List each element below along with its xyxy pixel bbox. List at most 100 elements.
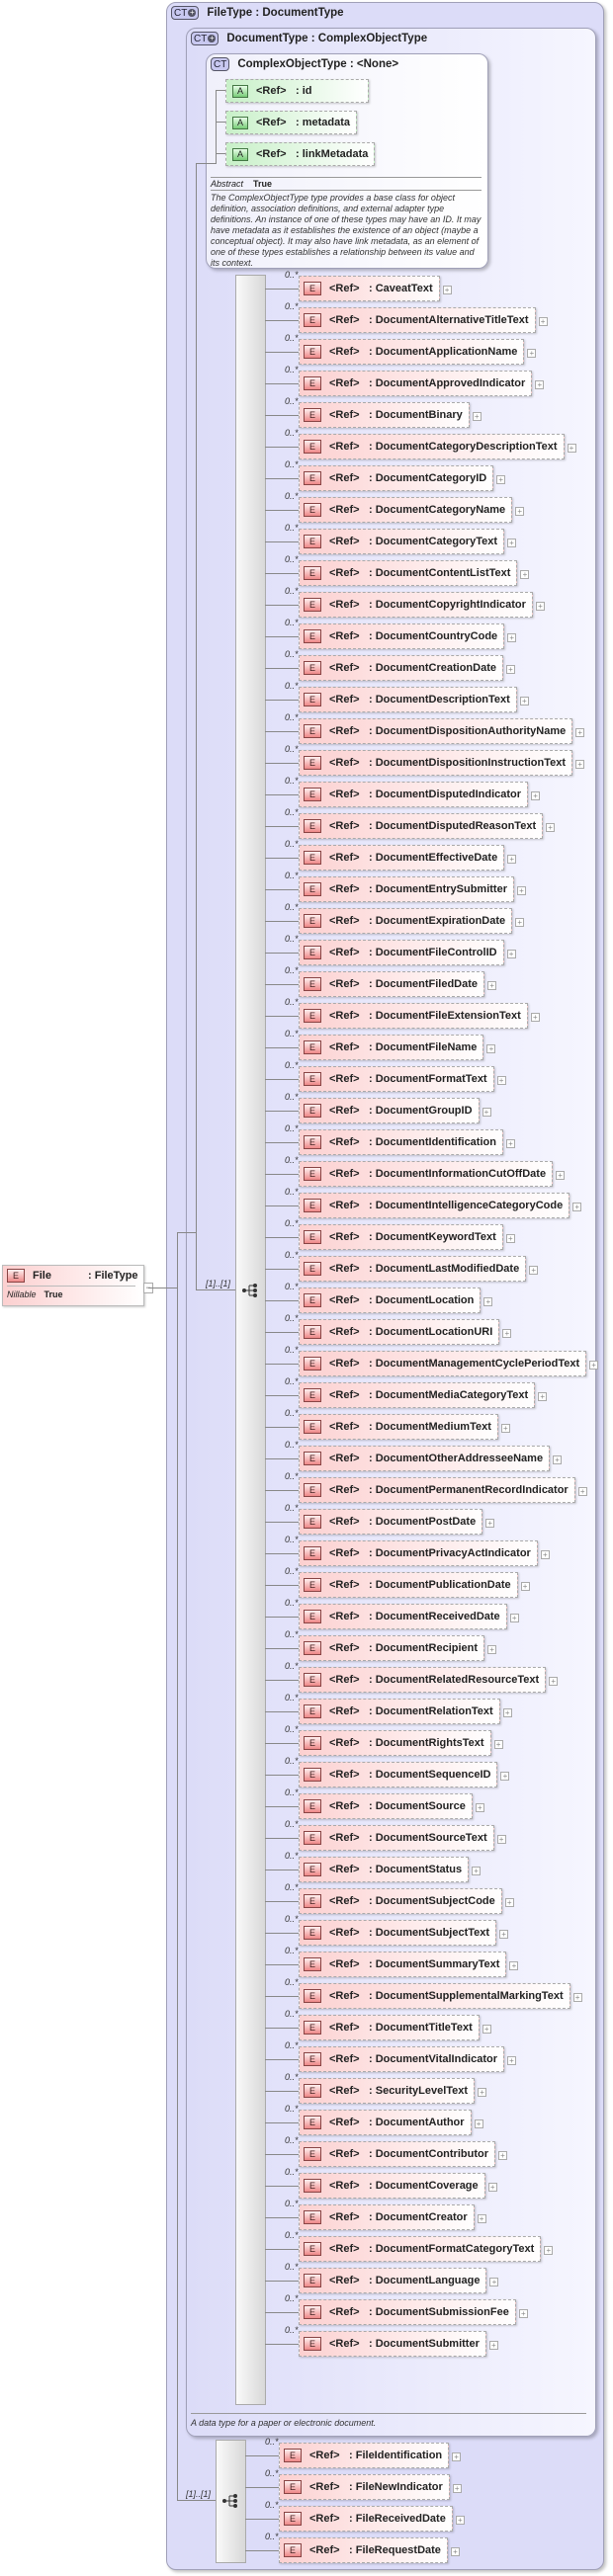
expand-icon[interactable]: +: [475, 1803, 484, 1812]
expand-icon[interactable]: +: [485, 1519, 495, 1528]
expand-icon[interactable]: +: [535, 602, 545, 611]
expand-icon[interactable]: +: [483, 1297, 493, 1306]
element-box[interactable]: E <Ref>: DocumentFormatCategoryText: [299, 2236, 542, 2262]
element-box[interactable]: E <Ref>: DocumentDispositionInstructionTe…: [299, 750, 573, 776]
expand-icon[interactable]: +: [442, 286, 452, 294]
expand-icon[interactable]: +: [520, 570, 530, 579]
element-box[interactable]: E <Ref>: DocumentDisputedReasonText: [299, 813, 544, 839]
element-box[interactable]: E <Ref>: DocumentSubjectCode: [299, 1888, 502, 1914]
expand-icon[interactable]: +: [489, 2278, 499, 2286]
expand-icon[interactable]: +: [493, 1740, 503, 1749]
expand-icon[interactable]: +: [496, 1076, 506, 1085]
expand-icon[interactable]: +: [549, 1677, 559, 1686]
expand-icon[interactable]: +: [452, 2452, 462, 2461]
element-box[interactable]: E <Ref>: DocumentSupplementalMarkingText: [299, 1983, 570, 2009]
element-box[interactable]: E <Ref>: FileReceivedDate: [279, 2506, 453, 2532]
expand-icon[interactable]: +: [540, 1550, 550, 1559]
expand-icon[interactable]: +: [486, 1044, 496, 1053]
element-box[interactable]: E <Ref>: CaveatText: [299, 276, 440, 301]
expand-icon[interactable]: +: [531, 791, 541, 800]
expand-icon[interactable]: +: [577, 1487, 587, 1496]
expand-icon[interactable]: +: [505, 1139, 515, 1148]
expand-icon[interactable]: +: [538, 317, 548, 326]
expand-icon[interactable]: +: [505, 1234, 515, 1243]
expand-icon[interactable]: +: [530, 1013, 540, 1022]
expand-icon[interactable]: +: [527, 349, 537, 358]
expand-icon[interactable]: +: [478, 2088, 487, 2097]
element-box[interactable]: E <Ref>: DocumentPermanentRecordIndicator: [299, 1477, 575, 1503]
element-box[interactable]: E <Ref>: DocumentAuthor: [299, 2110, 472, 2135]
element-box[interactable]: E <Ref>: DocumentDispositionAuthorityName: [299, 718, 573, 744]
element-box[interactable]: E <Ref>: DocumentLanguage: [299, 2268, 487, 2293]
expand-icon[interactable]: +: [515, 918, 525, 927]
element-box[interactable]: E <Ref>: DocumentKeywordText: [299, 1224, 503, 1250]
expand-icon[interactable]: +: [518, 2309, 528, 2318]
attribute-id[interactable]: A <Ref>: id: [225, 79, 369, 103]
element-box[interactable]: E <Ref>: DocumentLocationURI: [299, 1319, 500, 1345]
expand-icon[interactable]: +: [504, 1898, 514, 1907]
element-box[interactable]: E <Ref>: DocumentInformationCutOffDate: [299, 1161, 554, 1187]
expand-icon[interactable]: +: [502, 1329, 512, 1338]
element-box[interactable]: E <Ref>: DocumentIdentification: [299, 1129, 503, 1155]
expand-icon[interactable]: +: [487, 981, 497, 990]
expand-icon[interactable]: +: [572, 1203, 582, 1211]
element-box[interactable]: E <Ref>: DocumentRightsText: [299, 1730, 491, 1756]
element-box[interactable]: E <Ref>: DocumentCategoryID: [299, 465, 494, 491]
element-box[interactable]: E <Ref>: DocumentCreator: [299, 2204, 475, 2230]
element-box[interactable]: E <Ref>: DocumentPublicationDate: [299, 1572, 518, 1598]
element-box[interactable]: E <Ref>: DocumentFileExtensionText: [299, 1003, 528, 1029]
element-box[interactable]: E <Ref>: DocumentCategoryName: [299, 497, 513, 523]
element-box[interactable]: E <Ref>: DocumentCopyrightIndicator: [299, 592, 533, 618]
expand-icon[interactable]: +: [499, 1930, 509, 1939]
expand-icon[interactable]: +: [589, 1361, 599, 1370]
expand-icon[interactable]: +: [516, 886, 526, 895]
expand-icon[interactable]: +: [556, 1171, 566, 1180]
element-box[interactable]: E <Ref>: FileRequestDate: [279, 2537, 448, 2563]
element-box[interactable]: E <Ref>: DocumentCreationDate: [299, 655, 503, 681]
expand-icon[interactable]: +: [472, 1867, 482, 1875]
element-box[interactable]: E <Ref>: DocumentSequenceID: [299, 1762, 498, 1787]
expand-icon[interactable]: +: [572, 1993, 582, 2002]
element-box[interactable]: E <Ref>: DocumentVitalIndicator: [299, 2046, 504, 2072]
element-box[interactable]: E <Ref>: DocumentCategoryDescriptionText: [299, 434, 565, 459]
expand-icon[interactable]: +: [455, 2516, 465, 2525]
expand-icon[interactable]: +: [567, 444, 576, 453]
attribute-linkmetadata[interactable]: A <Ref>: linkMetadata: [225, 142, 376, 166]
element-box[interactable]: E <Ref>: DocumentLocation: [299, 1288, 482, 1313]
expand-icon[interactable]: +: [575, 728, 585, 737]
expand-icon[interactable]: +: [520, 1582, 530, 1591]
expand-icon[interactable]: +: [509, 1614, 519, 1622]
element-box[interactable]: E <Ref>: DocumentApprovedIndicator: [299, 371, 533, 396]
element-box[interactable]: E <Ref>: DocumentMediaCategoryText: [299, 1382, 536, 1408]
element-box[interactable]: E <Ref>: DocumentSummaryText: [299, 1952, 507, 1977]
element-box[interactable]: E <Ref>: DocumentPrivacyActIndicator: [299, 1540, 538, 1566]
element-box[interactable]: E <Ref>: DocumentLastModifiedDate: [299, 1256, 527, 1282]
expand-icon[interactable]: +: [487, 2183, 497, 2192]
expand-icon[interactable]: +: [553, 1455, 563, 1464]
expand-icon[interactable]: +: [482, 1108, 491, 1117]
expand-icon[interactable]: +: [488, 2341, 498, 2350]
element-box[interactable]: E <Ref>: DocumentMediumText: [299, 1414, 498, 1440]
element-box[interactable]: E <Ref>: DocumentIntelligenceCategoryCode: [299, 1193, 570, 1218]
element-box[interactable]: E <Ref>: FileIdentification: [279, 2443, 450, 2468]
expand-icon[interactable]: +: [507, 855, 517, 864]
element-box[interactable]: E <Ref>: DocumentRelationText: [299, 1699, 500, 1724]
expand-icon[interactable]: +: [474, 2119, 483, 2128]
element-box[interactable]: E <Ref>: DocumentGroupID: [299, 1098, 480, 1123]
element-box[interactable]: E <Ref>: DocumentSubjectText: [299, 1920, 497, 1946]
element-box[interactable]: E <Ref>: DocumentReceivedDate: [299, 1604, 507, 1629]
element-box[interactable]: E <Ref>: DocumentSource: [299, 1793, 473, 1819]
element-box[interactable]: E <Ref>: DocumentFileControlID: [299, 940, 504, 965]
expand-icon[interactable]: +: [472, 412, 482, 421]
element-box[interactable]: E <Ref>: DocumentSubmissionFee: [299, 2299, 516, 2325]
element-box[interactable]: E <Ref>: DocumentStatus: [299, 1857, 470, 1882]
element-box[interactable]: E <Ref>: DocumentTitleText: [299, 2015, 480, 2040]
expand-icon[interactable]: +: [507, 539, 516, 547]
expand-icon[interactable]: +: [575, 760, 585, 769]
element-box[interactable]: E <Ref>: DocumentDescriptionText: [299, 687, 517, 712]
element-box[interactable]: E <Ref>: DocumentContentListText: [299, 560, 518, 586]
element-box[interactable]: E <Ref>: SecurityLevelText: [299, 2078, 476, 2104]
element-box[interactable]: E <Ref>: DocumentCategoryText: [299, 529, 504, 554]
expand-icon[interactable]: +: [496, 475, 506, 484]
element-box[interactable]: E <Ref>: DocumentPostDate: [299, 1509, 483, 1535]
